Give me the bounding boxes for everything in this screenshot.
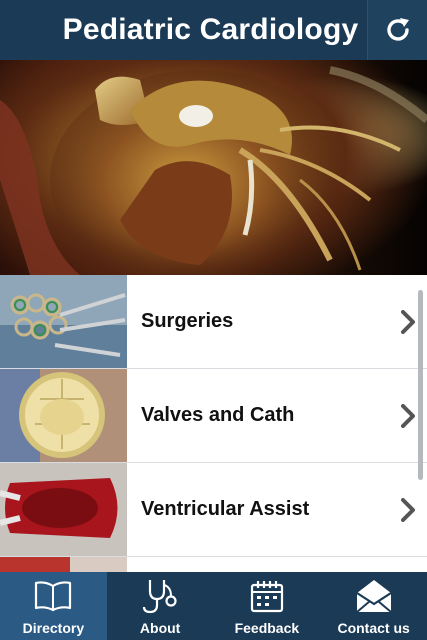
refresh-button[interactable] (367, 0, 427, 60)
menu-item-partial[interactable] (0, 557, 427, 572)
chevron-right-icon (401, 310, 415, 334)
book-icon (35, 581, 72, 612)
envelope-icon (355, 580, 392, 613)
heart-valve-photo (0, 369, 127, 462)
tab-about[interactable]: About (107, 572, 214, 640)
chevron-right-icon (401, 404, 415, 428)
menu-item-label: Surgeries (141, 310, 234, 332)
menu-list: Surgeries Valves and Cath Ventricular As… (0, 275, 427, 572)
calendar-icon (250, 581, 283, 613)
ventricular-assist-device-photo (0, 463, 127, 556)
stethoscope-icon (143, 580, 177, 614)
tab-label: Feedback (234, 620, 300, 636)
list-scrollbar[interactable] (418, 290, 423, 480)
tab-contact-us[interactable]: Contact us (320, 572, 427, 640)
bottom-tab-bar: Directory About Feedback Contact us (0, 572, 427, 640)
menu-item-surgeries[interactable]: Surgeries (0, 275, 427, 369)
tab-directory[interactable]: Directory (0, 572, 107, 640)
hero-image-heart-render (0, 60, 427, 275)
heart-render-illustration (0, 66, 427, 275)
tab-feedback[interactable]: Feedback (214, 572, 321, 640)
surgical-clamps-photo (0, 275, 127, 368)
tab-label: About (139, 620, 181, 636)
app-header: Pediatric Cardiology (0, 0, 427, 60)
menu-item-label: Valves and Cath (141, 404, 295, 426)
menu-item-label: Ventricular Assist (141, 498, 310, 520)
menu-item-valves-and-cath[interactable]: Valves and Cath (0, 369, 427, 463)
page-title: Pediatric Cardiology (62, 13, 359, 46)
tab-label: Contact us (337, 620, 410, 636)
tab-label: Directory (22, 620, 85, 636)
chevron-right-icon (401, 498, 415, 522)
menu-item-thumbnail (0, 557, 127, 572)
menu-item-ventricular-assist[interactable]: Ventricular Assist (0, 463, 427, 557)
refresh-icon (386, 18, 409, 41)
